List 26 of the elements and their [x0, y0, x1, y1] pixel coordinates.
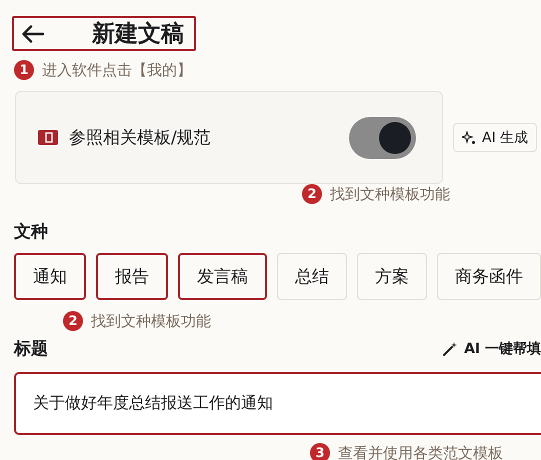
page-title: 新建文稿	[92, 20, 184, 49]
magic-wand-icon	[442, 341, 458, 357]
doc-type-label: 文种	[14, 221, 48, 243]
doc-type-chip[interactable]: 总结	[277, 253, 347, 300]
template-toggle[interactable]	[349, 116, 416, 158]
step-annotation: 进入软件点击【我的】	[42, 60, 192, 80]
step-badge: 2	[302, 184, 322, 204]
doc-type-chip[interactable]: 发言稿	[178, 253, 267, 300]
title-label: 标题	[14, 338, 48, 360]
doc-type-chip[interactable]: 商务函件	[437, 253, 541, 300]
back-icon[interactable]	[22, 24, 44, 42]
title-field[interactable]: 关于做好年度总结报送工作的通知	[14, 372, 541, 435]
step-annotation: 找到文种模板功能	[91, 312, 211, 330]
step-annotation: 找到文种模板功能	[330, 184, 450, 204]
book-icon	[38, 130, 58, 145]
ai-fill-button[interactable]: AI 一键帮填	[442, 340, 541, 358]
step-annotation: 查看并使用各类范文模板	[338, 444, 503, 460]
doc-type-chip[interactable]: 通知	[14, 253, 86, 300]
step-badge: 2	[63, 311, 83, 331]
doc-type-chip[interactable]: 方案	[357, 253, 427, 300]
ai-generate-button[interactable]: AI 生成	[453, 123, 538, 152]
template-label: 参照相关模板/规范	[69, 127, 212, 149]
step-badge: 1	[14, 60, 34, 80]
step-badge: 3	[310, 443, 330, 460]
doc-type-chip[interactable]: 报告	[96, 253, 168, 300]
sparkle-icon	[462, 130, 476, 144]
